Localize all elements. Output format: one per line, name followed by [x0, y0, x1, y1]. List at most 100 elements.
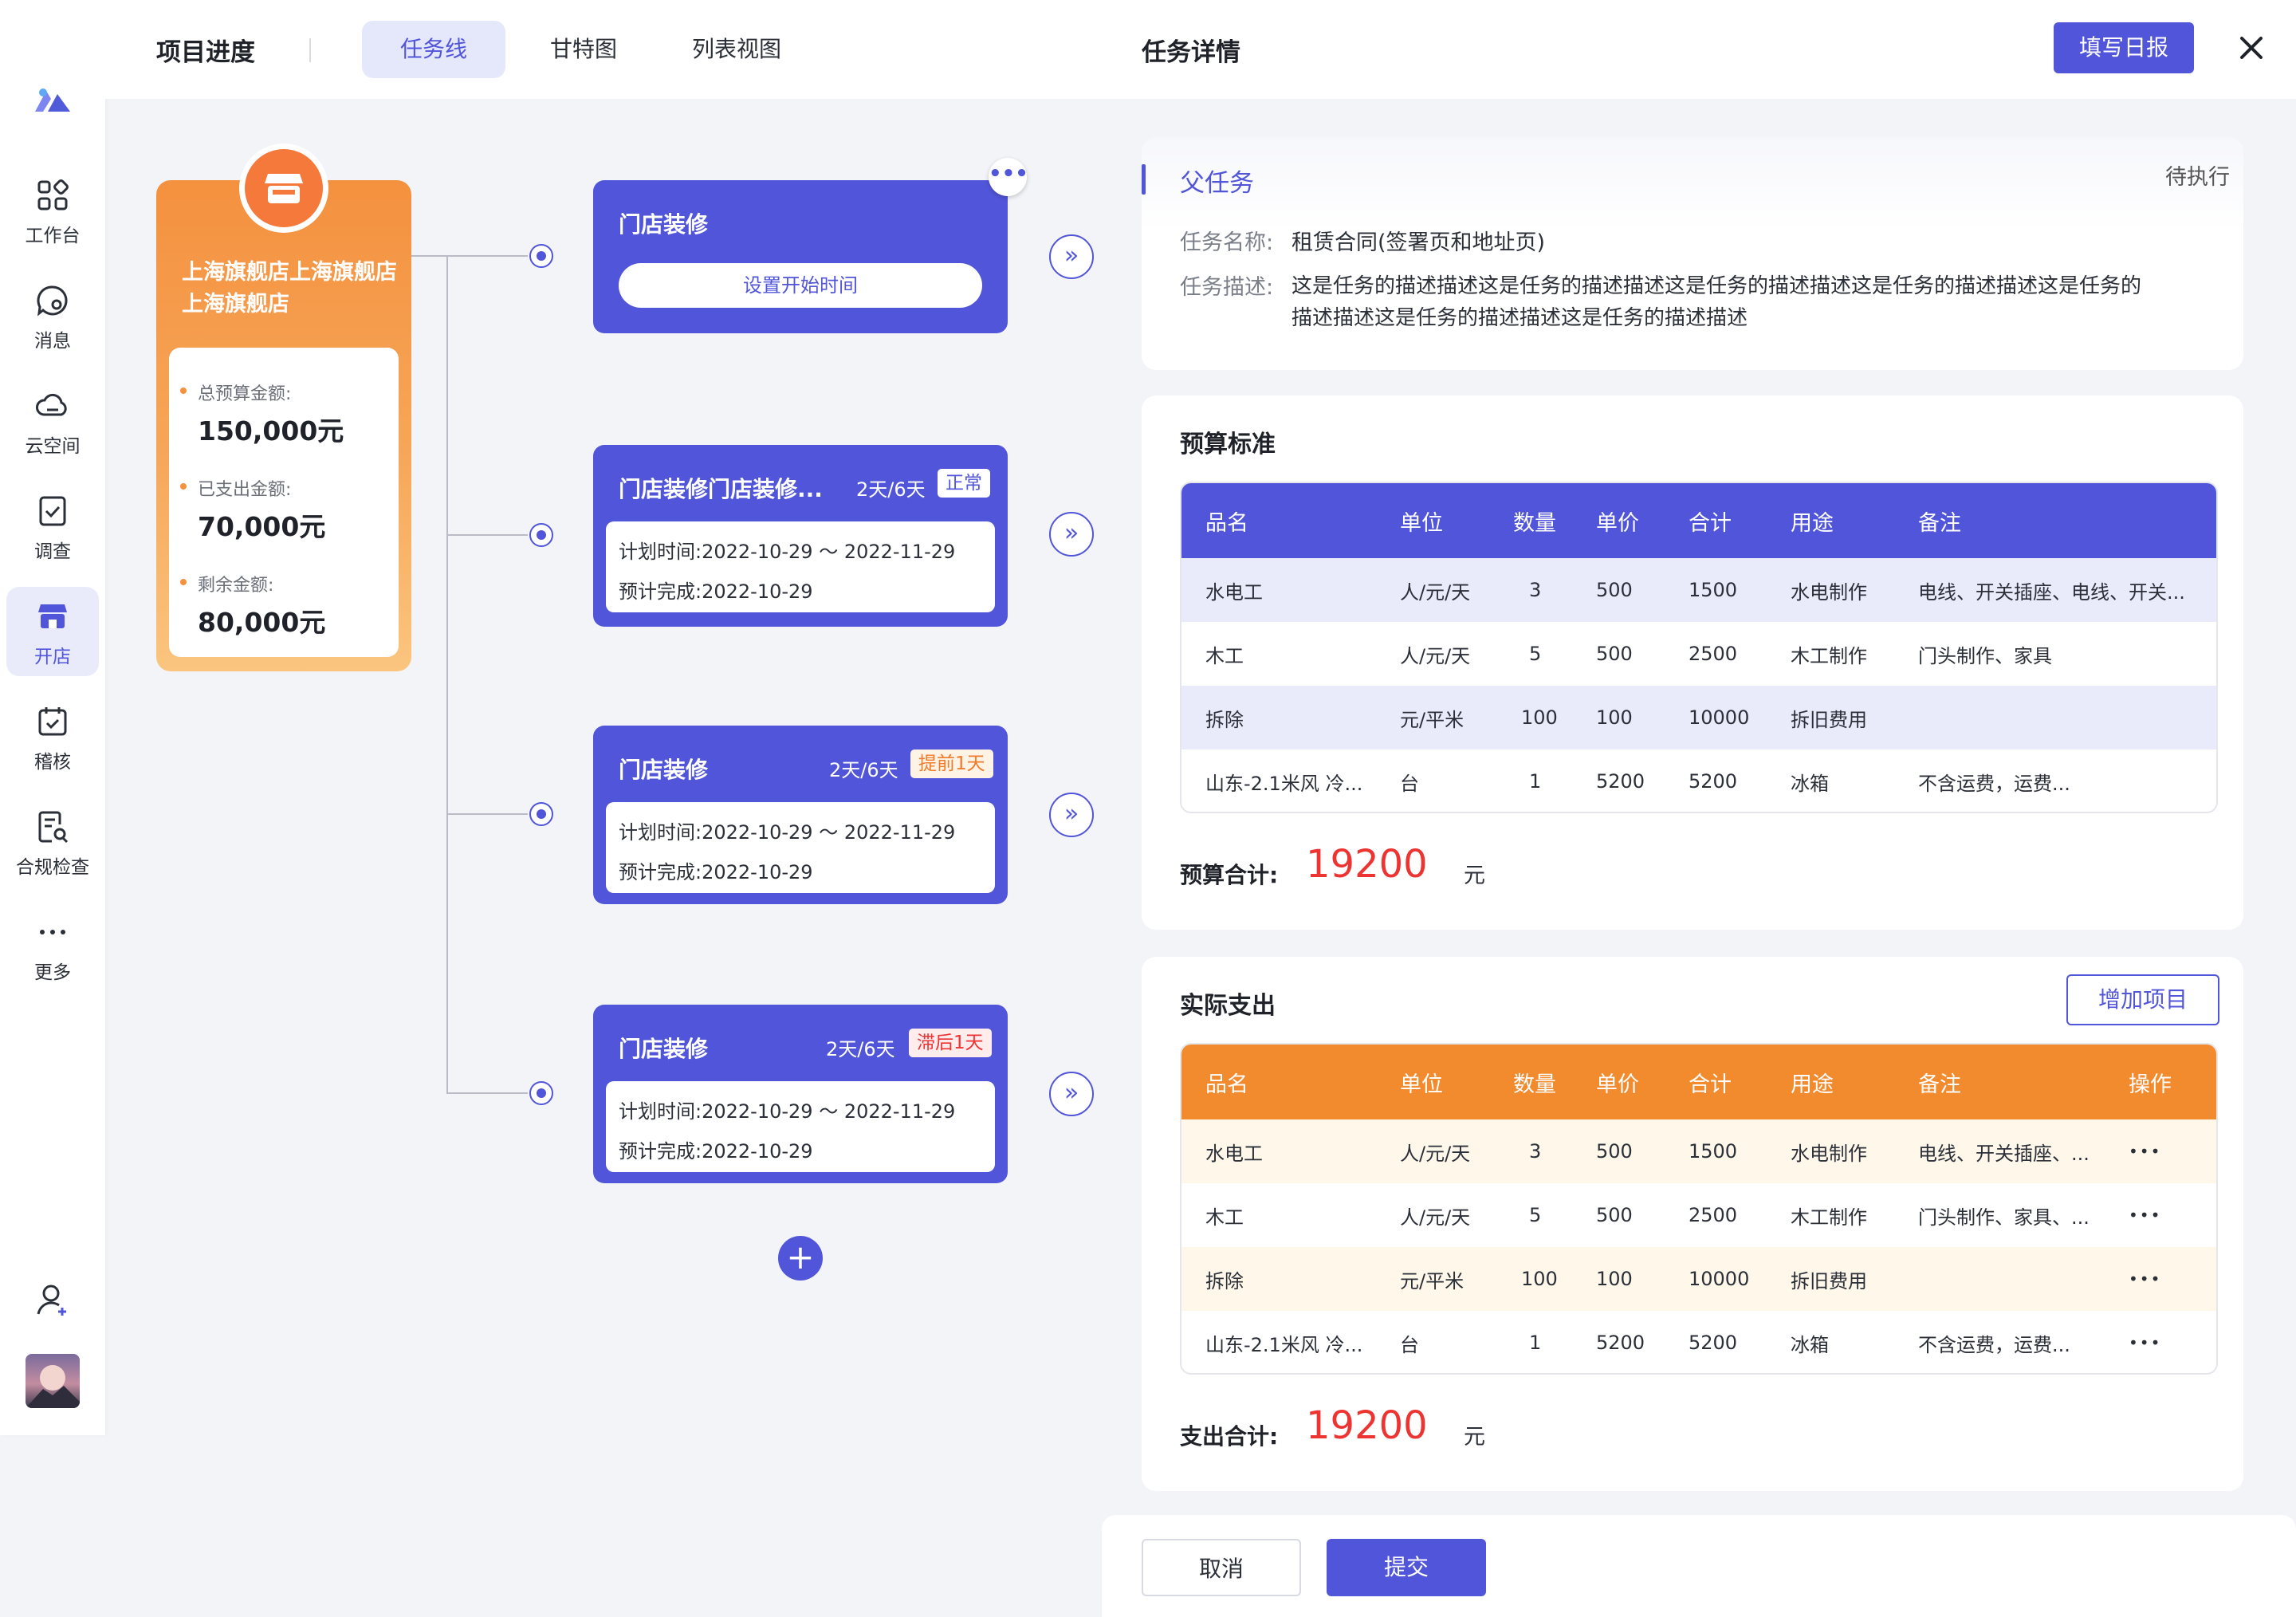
sidebar-item-label: 调查 — [34, 541, 71, 562]
expense-total-label: 支出合计: — [1180, 1423, 1279, 1450]
status-badge: 正常 — [938, 469, 990, 498]
sidebar-item-message[interactable]: 消息 — [6, 271, 99, 360]
row-action-button[interactable]: ••• — [2129, 1119, 2161, 1183]
tab-list-view[interactable]: 列表视图 — [673, 21, 800, 78]
task-card[interactable]: 门店装修 2天/6天 滞后1天 计划时间:2022-10-29 ～ 2022-1… — [593, 1005, 1008, 1183]
sidebar-item-compliance[interactable]: 合规检查 — [6, 797, 99, 887]
compliance-icon — [38, 811, 69, 844]
sidebar-item-label: 稽核 — [34, 752, 71, 773]
task-card[interactable]: 门店装修 2天/6天 提前1天 计划时间:2022-10-29 ～ 2022-1… — [593, 726, 1008, 904]
cancel-button[interactable]: 取消 — [1142, 1539, 1301, 1596]
avatar[interactable] — [26, 1354, 80, 1408]
add-item-button[interactable]: 增加项目 — [2066, 974, 2219, 1025]
task-title: 门店装修 — [619, 211, 709, 238]
task-info: 计划时间:2022-10-29 ～ 2022-11-29 预计完成:2022-1… — [606, 1081, 995, 1172]
task-info: 计划时间:2022-10-29 ～ 2022-11-29 预计完成:2022-1… — [606, 521, 995, 612]
add-task-button[interactable]: + — [778, 1236, 823, 1281]
submit-button[interactable]: 提交 — [1327, 1539, 1486, 1596]
table-row[interactable]: 木工 人/元/天 5 500 2500 木工制作 门头制作、家具、... ••• — [1181, 1183, 2216, 1247]
table-header: 品名 单位 数量 单价 合计 用途 备注 — [1181, 483, 2216, 558]
parent-task-title: 父任务 — [1180, 169, 1254, 198]
expense-total-unit: 元 — [1464, 1425, 1485, 1450]
table-row[interactable]: 拆除 元/平米 100 100 10000 拆旧费用 ••• — [1181, 1247, 2216, 1311]
store-name: 上海旗舰店上海旗舰店上海旗舰店 — [182, 260, 397, 317]
sidebar-item-label: 更多 — [34, 962, 71, 983]
add-user-icon[interactable] — [33, 1281, 72, 1319]
panel-footer: 取消 提交 — [1102, 1515, 2296, 1617]
table-row[interactable]: 木工 人/元/天 5 500 2500 木工制作 门头制作、家具 — [1181, 622, 2216, 686]
status-badge: 滞后1天 — [909, 1029, 992, 1057]
budget-standard-title: 预算标准 — [1180, 431, 1276, 458]
top-bar: 项目进度 任务线 甘特图 列表视图 — [105, 0, 1102, 99]
budget-standard-card: 预算标准 品名 单位 数量 单价 合计 用途 备注 水电工 人/元/天 3 50… — [1142, 395, 2243, 930]
task-name-label: 任务名称: — [1180, 230, 1274, 255]
sidebar-item-cloud[interactable]: 云空间 — [6, 376, 99, 466]
table-row[interactable]: 拆除 元/平米 100 100 10000 拆旧费用 — [1181, 686, 2216, 749]
budget-table: 品名 单位 数量 单价 合计 用途 备注 水电工 人/元/天 3 500 150… — [1180, 482, 2218, 813]
total-budget-value: 150,000元 — [198, 415, 344, 447]
row-action-button[interactable]: ••• — [2129, 1247, 2161, 1311]
expand-arrow-button[interactable]: » — [1049, 793, 1094, 837]
task-title: 门店装修 — [619, 1036, 709, 1062]
status-badge: 待执行 — [2165, 165, 2230, 190]
connector-line — [446, 255, 448, 1092]
panel-title: 任务详情 — [1142, 38, 1240, 67]
sidebar-item-survey[interactable]: 调查 — [6, 482, 99, 571]
page-title: 项目进度 — [156, 38, 255, 67]
row-action-button[interactable]: ••• — [2129, 1183, 2161, 1247]
expected-finish: 预计完成:2022-10-29 — [619, 861, 813, 883]
status-badge: 提前1天 — [910, 749, 993, 778]
expense-total-value: 19200 — [1306, 1403, 1428, 1448]
expand-arrow-button[interactable]: » — [1049, 1072, 1094, 1116]
tab-task-line[interactable]: 任务线 — [362, 21, 505, 78]
store-card[interactable]: 上海旗舰店上海旗舰店上海旗舰店 总预算金额: 150,000元 已支出金额: 7… — [156, 144, 411, 671]
expand-arrow-button[interactable]: » — [1049, 234, 1094, 279]
timeline-node — [529, 802, 553, 826]
task-days: 2天/6天 — [856, 478, 926, 501]
sidebar-item-audit[interactable]: 稽核 — [6, 692, 99, 781]
store-icon — [265, 174, 303, 203]
table-row[interactable]: 水电工 人/元/天 3 500 1500 水电制作 电线、开关插座、... ••… — [1181, 1119, 2216, 1183]
sidebar-item-label: 工作台 — [25, 226, 81, 246]
task-days: 2天/6天 — [826, 1038, 895, 1060]
task-more-button[interactable]: ••• — [989, 158, 1028, 196]
timeline-node — [529, 1081, 553, 1105]
connector-line — [411, 255, 528, 257]
close-icon[interactable] — [2234, 30, 2269, 65]
store-icon — [38, 604, 67, 628]
expected-finish: 预计完成:2022-10-29 — [619, 1140, 813, 1163]
tab-gantt[interactable]: 甘特图 — [528, 21, 639, 78]
task-detail-panel: 任务详情 填写日报 父任务 待执行 任务名称: 租赁合同(签署页和地址页) 任务… — [1102, 0, 2296, 1617]
actual-expense-card: 实际支出 增加项目 品名 单位 数量 单价 合计 用途 备注 操作 水电工 人/… — [1142, 957, 2243, 1491]
grid-icon — [37, 179, 69, 210]
sidebar-item-more[interactable]: 更多 — [6, 903, 99, 992]
expand-arrow-button[interactable]: » — [1049, 512, 1094, 557]
table-row[interactable]: 山东-2.1米风 冷... 台 1 5200 5200 冰箱 不含运费，运费..… — [1181, 749, 2216, 812]
task-desc-line: 这是任务的描述描述这是任务的描述描述这是任务的描述描述这是任务的描述描述这是任务… — [1292, 274, 2142, 298]
budget-total-label: 预算合计: — [1180, 862, 1279, 888]
sidebar-item-open-store[interactable]: 开店 — [6, 587, 99, 676]
sidebar-item-label: 合规检查 — [16, 857, 89, 878]
sidebar-item-label: 云空间 — [25, 436, 81, 457]
task-card[interactable]: 门店装修 设置开始时间 — [593, 180, 1008, 333]
remaining-value: 80,000元 — [198, 607, 326, 638]
task-title: 门店装修 — [619, 757, 709, 783]
cloud-icon — [36, 393, 67, 416]
plan-time: 计划时间:2022-10-29 ～ 2022-11-29 — [619, 1100, 956, 1123]
table-row[interactable]: 水电工 人/元/天 3 500 1500 水电制作 电线、开关插座、电线、开关.… — [1181, 558, 2216, 622]
set-start-time-button[interactable]: 设置开始时间 — [619, 263, 982, 308]
plan-time: 计划时间:2022-10-29 ～ 2022-11-29 — [619, 821, 956, 844]
sidebar-item-label: 消息 — [34, 331, 71, 352]
fill-daily-report-button[interactable]: 填写日报 — [2054, 22, 2194, 73]
budget-summary: 总预算金额: 150,000元 已支出金额: 70,000元 剩余金额: 80,… — [169, 348, 399, 657]
sidebar-item-workbench[interactable]: 工作台 — [6, 166, 99, 255]
actual-expense-table: 品名 单位 数量 单价 合计 用途 备注 操作 水电工 人/元/天 3 500 … — [1180, 1043, 2218, 1375]
spent-label: 已支出金额: — [179, 475, 291, 501]
row-action-button[interactable]: ••• — [2129, 1311, 2161, 1373]
sidebar-item-label: 开店 — [34, 647, 71, 667]
table-row[interactable]: 山东-2.1米风 冷... 台 1 5200 5200 冰箱 不含运费，运费..… — [1181, 1311, 2216, 1373]
task-title: 门店装修门店装修... — [619, 476, 823, 502]
task-card[interactable]: 门店装修门店装修... 2天/6天 正常 计划时间:2022-10-29 ～ 2… — [593, 445, 1008, 627]
title-divider — [309, 38, 311, 62]
message-icon — [37, 285, 68, 317]
